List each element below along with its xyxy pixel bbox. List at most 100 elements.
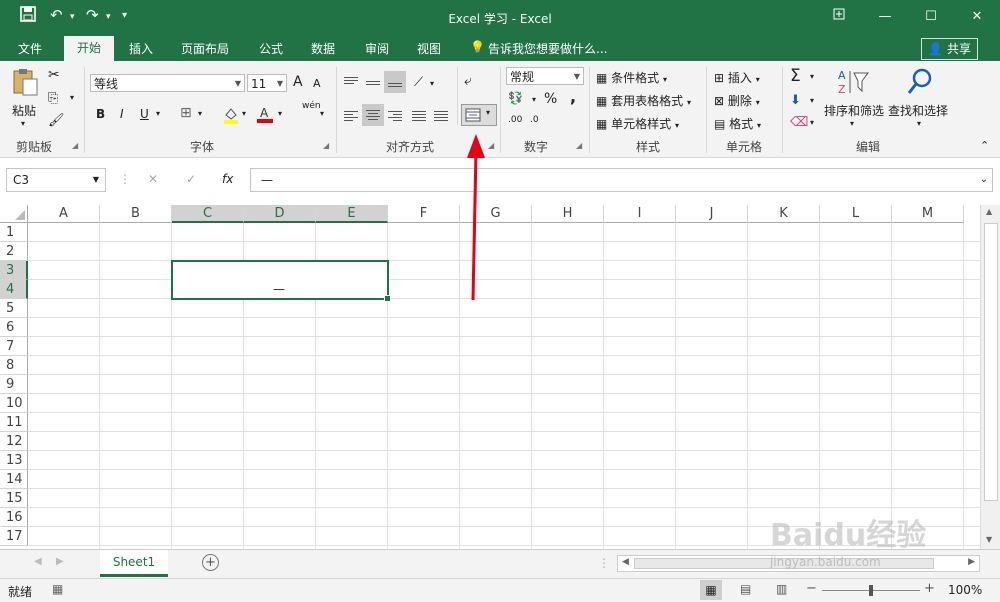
macro-record-icon[interactable]: ▦ [52,582,63,596]
font-name-select[interactable]: 等线 ▼ [90,74,245,92]
align-right-icon[interactable] [388,109,402,123]
worksheet-grid[interactable]: ABCDEFGHIJKLM 1 2 3 4 5 6 7 8 9 10 11 12 13 14 15 16 17 … [0,205,980,549]
row-header[interactable]: 7 [0,337,28,356]
tab-file[interactable]: 文件 [18,40,42,57]
delete-cells-button[interactable]: ⊠ 删除 ▾ [714,92,760,109]
row-header[interactable]: 10 [0,394,28,413]
tab-formulas[interactable]: 公式 [259,40,283,57]
share-button[interactable]: 👤 共享 [921,38,978,60]
column-header[interactable]: K [748,205,820,223]
scroll-up-icon[interactable]: ▲ [986,207,992,216]
column-header[interactable]: I [604,205,676,223]
cut-icon[interactable]: ✂ [48,67,60,83]
row-header[interactable]: 9 [0,375,28,394]
border-dropdown-icon[interactable]: ▾ [198,109,202,118]
accounting-format-icon[interactable]: 💱 [508,91,523,105]
autosum-button[interactable]: Σ [790,66,801,86]
enter-entry-button[interactable]: ✓ [186,172,196,186]
orientation-icon[interactable]: ⟋ [414,75,423,90]
font-launcher-icon[interactable]: ◢ [323,141,329,150]
column-header[interactable]: C [172,205,244,223]
row-header[interactable]: 4 [0,280,28,299]
bold-button[interactable]: B [96,107,105,121]
column-header[interactable]: D [244,205,316,223]
align-center-button[interactable] [362,104,384,126]
format-cells-button[interactable]: ▤ 格式 ▾ [714,115,761,132]
tab-data[interactable]: 数据 [311,40,335,57]
accounting-dropdown-icon[interactable]: ▾ [532,95,536,104]
zoom-out-button[interactable]: − [806,581,817,596]
font-size-select[interactable]: 11 ▼ [247,74,287,92]
number-launcher-icon[interactable]: ◢ [576,141,582,150]
cell-styles-button[interactable]: ▦ 单元格样式 ▾ [596,115,679,132]
number-format-select[interactable]: 常规 ▼ [506,67,584,85]
phonetic-icon[interactable]: wén [302,101,321,111]
insert-function-button[interactable]: fx [222,172,233,186]
percent-button[interactable]: % [544,91,557,107]
top-align-icon[interactable] [344,75,358,86]
shrink-font-button[interactable]: A [313,77,321,90]
tab-insert[interactable]: 插入 [129,40,153,57]
column-header[interactable]: E [316,205,388,223]
middle-align-icon[interactable] [366,79,380,87]
column-header[interactable]: F [388,205,460,223]
zoom-slider[interactable] [822,585,920,596]
format-as-table-button[interactable]: ▦ 套用表格格式 ▾ [596,92,691,109]
sort-filter-label[interactable]: 排序和筛选 [824,102,884,119]
selected-merged-cell[interactable]: — [171,260,391,302]
split-handle-icon[interactable]: ⋮ [598,556,610,570]
vertical-scrollbar[interactable]: ▲ ▼ [980,205,1000,549]
copy-dropdown-icon[interactable]: ▾ [70,93,74,102]
row-header[interactable]: 3 [0,261,28,280]
column-header[interactable]: L [820,205,892,223]
sort-dropdown-icon[interactable]: ▾ [850,119,854,128]
cancel-entry-button[interactable]: ✕ [148,172,158,186]
fill-dropdown-icon[interactable]: ▾ [242,109,246,118]
font-color-icon[interactable]: A [256,105,274,127]
tab-home[interactable]: 开始 [64,36,114,61]
row-header[interactable]: 2 [0,242,28,261]
row-header[interactable]: 1 [0,223,28,242]
grow-font-button[interactable]: A [293,74,303,90]
column-header[interactable]: A [28,205,100,223]
orientation-dropdown-icon[interactable]: ▾ [430,79,434,88]
scrollbar-thumb[interactable] [984,223,998,501]
row-header[interactable]: 14 [0,470,28,489]
decrease-decimal-button[interactable]: .0 [530,115,539,125]
maximize-icon[interactable]: ☐ [916,4,946,30]
prev-sheet-icon[interactable]: ◀ [34,556,42,567]
sort-filter-icon[interactable]: AZ [836,67,870,100]
italic-button[interactable]: I [120,107,124,121]
phonetic-dropdown-icon[interactable]: ▾ [320,109,324,118]
insert-cells-button[interactable]: ⊞ 插入 ▾ [714,69,760,86]
tab-view[interactable]: 视图 [417,40,441,57]
zoom-in-button[interactable]: + [924,581,935,596]
underline-button[interactable]: U [140,107,149,121]
find-select-icon[interactable] [906,67,934,100]
column-header[interactable]: J [676,205,748,223]
clipboard-launcher-icon[interactable]: ◢ [72,141,78,150]
formula-input[interactable]: — ⌄ [250,168,993,192]
row-header[interactable]: 11 [0,413,28,432]
wrap-text-icon[interactable]: ⤶ [464,73,472,89]
page-layout-view-icon[interactable]: ▤ [740,582,751,596]
increase-decimal-button[interactable]: .00 [508,115,522,125]
decrease-indent-icon[interactable] [412,109,426,123]
add-sheet-button[interactable]: + [202,554,219,571]
bottom-align-button[interactable] [384,71,406,93]
row-header[interactable]: 5 [0,299,28,318]
underline-dropdown-icon[interactable]: ▾ [156,109,160,118]
page-break-view-icon[interactable]: ▥ [776,582,787,596]
font-color-dropdown-icon[interactable]: ▾ [278,109,282,118]
merge-center-button[interactable]: ▾ [461,104,497,126]
close-icon[interactable]: ✕ [962,4,992,30]
normal-view-icon[interactable]: ▦ [700,580,722,600]
fill-down-icon[interactable]: ⬇ [790,93,801,108]
row-header[interactable]: 8 [0,356,28,375]
tab-page-layout[interactable]: 页面布局 [181,40,229,57]
scroll-down-icon[interactable]: ▼ [986,535,992,544]
scroll-left-icon[interactable]: ◀ [622,557,629,567]
copy-icon[interactable]: ⎘ [48,91,58,106]
fill-handle[interactable] [384,295,391,302]
sheet-tab-active[interactable]: Sheet1 [100,550,168,577]
